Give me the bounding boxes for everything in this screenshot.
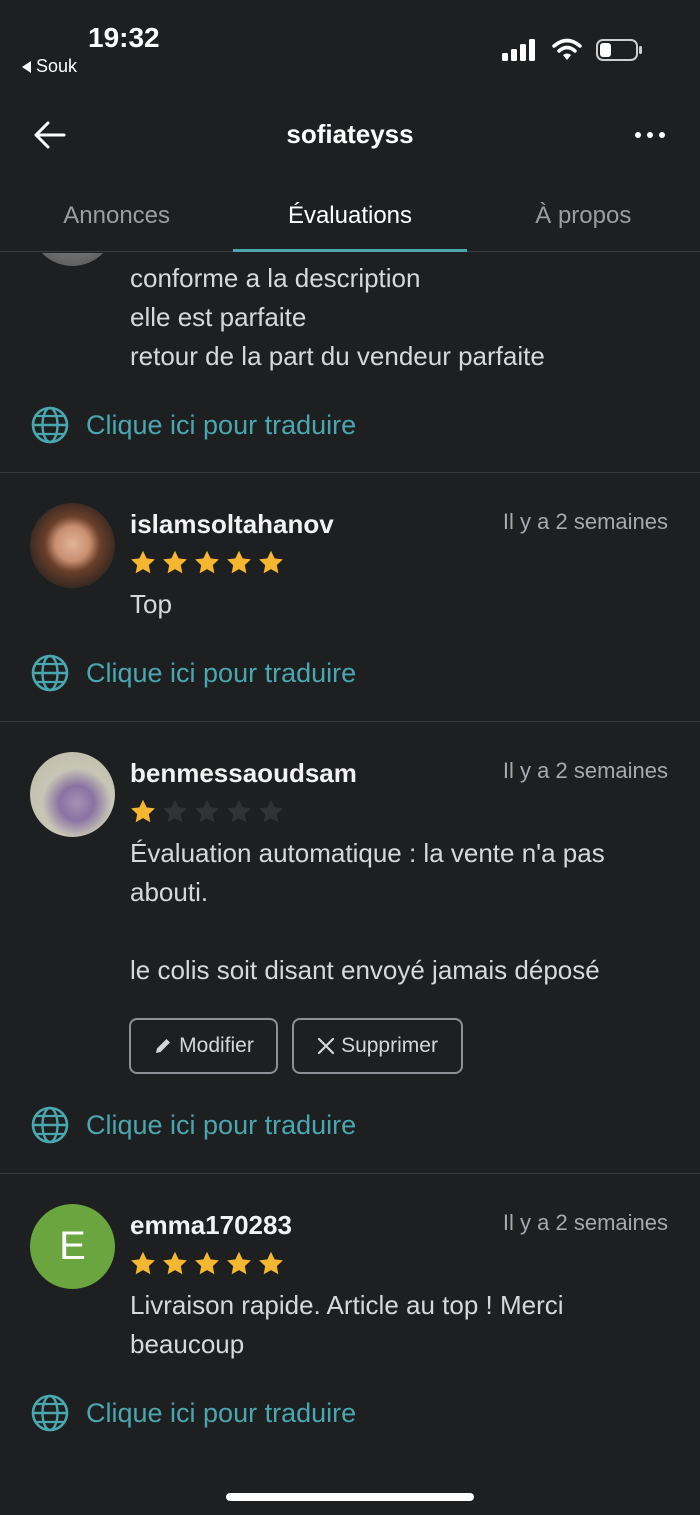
star-filled-icon (195, 550, 219, 574)
back-app-label: Souk (36, 56, 78, 76)
globe-icon (31, 654, 69, 692)
star-empty-icon (163, 799, 187, 823)
pencil-icon (156, 1039, 171, 1053)
edit-review-button[interactable]: Modifier (129, 1018, 278, 1074)
star-empty-icon (227, 799, 251, 823)
close-icon (317, 1037, 335, 1055)
star-empty-icon (195, 799, 219, 823)
avatar (30, 253, 115, 266)
review-text-line: elle est parfaite (130, 302, 307, 332)
wifi-icon (552, 38, 582, 60)
reviews-list: conforme a la description elle est parfa… (0, 253, 700, 1515)
avatar[interactable] (30, 752, 115, 837)
star-filled-icon (131, 550, 155, 574)
system-icons (502, 38, 644, 62)
review-text-line: retour de la part du vendeur parfaite (130, 341, 545, 371)
star-filled-icon (163, 1251, 187, 1275)
back-to-app-link[interactable]: Souk (22, 56, 77, 77)
star-filled-icon (131, 799, 155, 823)
star-filled-icon (131, 1251, 155, 1275)
review-text-line: le colis soit disant envoyé jamais dépos… (130, 955, 600, 985)
globe-icon (31, 406, 69, 444)
star-filled-icon (163, 550, 187, 574)
status-bar: 19:32 Souk (0, 0, 700, 90)
review-date: Il y a 2 semaines (502, 1210, 668, 1235)
edit-label: Modifier (179, 1034, 254, 1057)
review-item: conforme a la description elle est parfa… (0, 253, 700, 473)
home-indicator[interactable] (226, 1493, 474, 1501)
translate-label: Clique ici pour traduire (86, 1109, 357, 1140)
star-filled-icon (259, 1251, 283, 1275)
translate-link[interactable]: Clique ici pour traduire (30, 1105, 356, 1145)
review-text-line: Livraison rapide. Article au top ! Merci (130, 1290, 564, 1320)
review-text-line: beaucoup (130, 1329, 245, 1359)
signal-icon (502, 39, 535, 61)
globe-icon (31, 1106, 69, 1144)
delete-label: Supprimer (341, 1034, 438, 1057)
translate-label: Clique ici pour traduire (86, 1397, 357, 1428)
globe-icon (31, 1394, 69, 1432)
more-options-button[interactable] (628, 117, 672, 153)
more-horizontal-icon (635, 132, 641, 138)
review-item: benmessaoudsam Il y a 2 semaines Évaluat… (0, 722, 700, 1174)
profile-tabs: Annonces Évaluations À propos (0, 180, 700, 252)
review-date: Il y a 2 semaines (502, 509, 668, 534)
star-rating (129, 798, 285, 826)
tab-annonces[interactable]: Annonces (0, 180, 233, 251)
star-filled-icon (227, 550, 251, 574)
translate-link[interactable]: Clique ici pour traduire (30, 405, 356, 445)
nav-header: sofiateyss (0, 95, 700, 175)
review-item: islamsoltahanov Il y a 2 semaines Top Cl… (0, 473, 700, 722)
review-text-line: Évaluation automatique : la vente n'a pa… (130, 838, 605, 868)
review-date: Il y a 2 semaines (502, 758, 668, 783)
profile-title: sofiateyss (286, 119, 414, 149)
review-text-line: Top (130, 589, 172, 619)
tab-a-propos[interactable]: À propos (467, 180, 700, 251)
star-filled-icon (227, 1251, 251, 1275)
translate-label: Clique ici pour traduire (86, 409, 357, 440)
star-filled-icon (259, 550, 283, 574)
back-triangle-icon (22, 60, 31, 73)
star-rating (129, 1250, 285, 1278)
reviewer-username[interactable]: benmessaoudsam (130, 758, 357, 789)
star-empty-icon (259, 799, 283, 823)
battery-icon (596, 39, 642, 61)
star-filled-icon (195, 1251, 219, 1275)
avatar[interactable]: E (30, 1204, 115, 1289)
avatar-letter: E (59, 1224, 86, 1268)
reviewer-username[interactable]: emma170283 (130, 1210, 292, 1241)
reviewer-username[interactable]: islamsoltahanov (130, 509, 334, 540)
delete-review-button[interactable]: Supprimer (292, 1018, 463, 1074)
star-rating (129, 549, 285, 577)
status-time: 19:32 (88, 22, 160, 53)
translate-label: Clique ici pour traduire (86, 657, 357, 688)
review-text-line: conforme a la description (130, 263, 421, 293)
translate-link[interactable]: Clique ici pour traduire (30, 653, 356, 693)
tab-evaluations[interactable]: Évaluations (233, 180, 467, 252)
avatar[interactable] (30, 503, 115, 588)
review-item: E emma170283 Il y a 2 semaines Livraison… (0, 1174, 700, 1474)
translate-link[interactable]: Clique ici pour traduire (30, 1393, 356, 1433)
review-text-line: abouti. (130, 877, 209, 907)
